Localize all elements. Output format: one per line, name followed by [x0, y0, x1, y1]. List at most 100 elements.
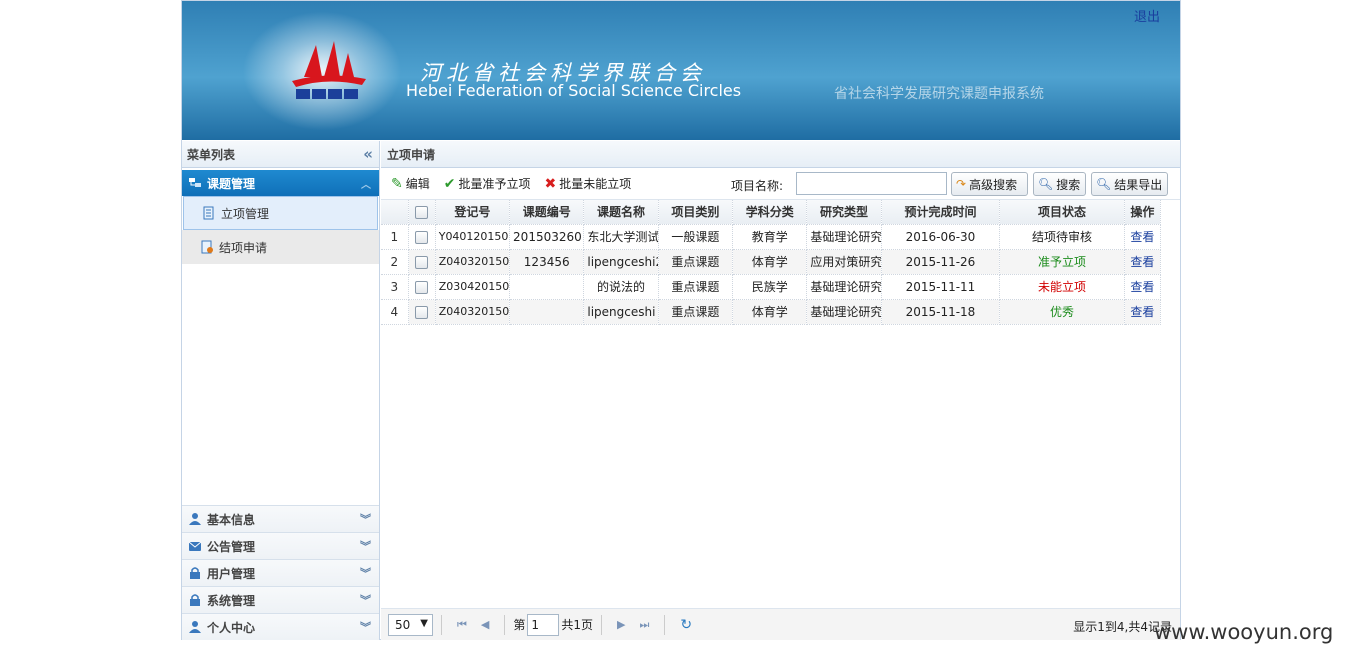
project-table: 登记号 课题编号 课题名称 项目类别 学科分类 研究类型 预计完成时间 项目状态… [381, 200, 1162, 325]
expand-icon[interactable]: ︾ [360, 592, 371, 608]
batch-reject-button[interactable]: ✖ 批量未能立项 [545, 175, 632, 192]
row-number: 3 [381, 274, 409, 300]
column-header[interactable]: 课题名称 [583, 200, 659, 225]
user-icon [189, 513, 201, 525]
page-number-value: 1 [531, 617, 540, 632]
expected-completion-date: 2015-11-11 [881, 274, 1001, 300]
logout-link[interactable]: 退出 [1134, 6, 1160, 25]
search-icon: 🔍︎ [1096, 177, 1112, 191]
project-status: 结项待审核 [999, 224, 1125, 250]
total-pages-label: 共1页 [561, 618, 594, 632]
sidebar-section-announcements[interactable]: 公告管理 ︾ [182, 532, 379, 559]
column-header[interactable]: 项目状态 [999, 200, 1125, 225]
project-code: 123456 [509, 249, 585, 275]
column-header[interactable]: 项目类别 [658, 200, 734, 225]
sidebar-group-label: 课题管理 [207, 176, 256, 191]
batch-approve-label: 批量准予立项 [458, 177, 531, 191]
expand-icon[interactable]: ︾ [360, 511, 371, 527]
project-name: lipengceshi2 [583, 249, 659, 275]
column-header[interactable]: 课题编号 [509, 200, 585, 225]
pagination-bar: 50 ▼ ⏮ ◀ 第 1 共1页 ▶ ⏭ ↻ 显示1到4,共4记录 [381, 608, 1180, 640]
sidebar-section-basic-info[interactable]: 基本信息 ︾ [182, 505, 379, 532]
project-status: 未能立项 [999, 274, 1125, 300]
sidebar-item-label: 结项申请 [219, 240, 268, 255]
sidebar-section-system-management[interactable]: 系统管理 ︾ [182, 586, 379, 613]
column-header[interactable]: 研究类型 [806, 200, 882, 225]
page-number-input[interactable]: 1 [527, 613, 560, 636]
column-header[interactable]: 学科分类 [732, 200, 808, 225]
column-header[interactable]: 预计完成时间 [881, 200, 1001, 225]
row-select-cell [408, 274, 436, 300]
expand-icon[interactable]: ︾ [360, 619, 371, 635]
sidebar-group-project-management[interactable]: 课题管理 ︿ [182, 170, 379, 196]
advanced-search-button[interactable]: ↷ 高级搜索 [951, 172, 1028, 196]
next-page-icon[interactable]: ▶ [617, 618, 625, 631]
edit-label: 编辑 [405, 177, 430, 191]
sidebar-section-label: 系统管理 [207, 593, 256, 608]
expand-icon[interactable]: ︾ [360, 565, 371, 581]
collapse-sidebar-icon[interactable]: « [363, 145, 373, 163]
sidebar-section-label: 公告管理 [207, 539, 256, 554]
expand-icon[interactable]: ︾ [360, 538, 371, 554]
row-checkbox[interactable] [415, 255, 429, 269]
batch-reject-label: 批量未能立项 [559, 177, 632, 191]
row-checkbox[interactable] [415, 230, 429, 244]
table-row[interactable]: 3 Z030420150000 的说法的 重点课题 民族学 基础理论研究 201… [381, 274, 1162, 300]
collapse-group-icon[interactable]: ︿ [361, 176, 371, 191]
last-page-icon[interactable]: ⏭ [640, 618, 650, 632]
panel-title: 立项申请 [381, 141, 1180, 168]
project-code [509, 274, 585, 300]
column-header[interactable]: 操作 [1124, 200, 1162, 225]
sidebar-section-personal-center[interactable]: 个人中心 ︾ [182, 613, 379, 640]
row-checkbox[interactable] [415, 305, 429, 319]
search-button[interactable]: 🔍︎ 搜索 [1033, 172, 1086, 196]
main-panel: 立项申请 ✎ 编辑 ✔ 批量准予立项 ✖ 批量未能立项 项目名称: ↷ 高级搜索… [381, 141, 1180, 640]
registration-number: Y040120150000 [435, 224, 511, 250]
research-type: 应用对策研究 [806, 249, 882, 275]
sidebar-sections: 基本信息 ︾ 公告管理 ︾ 用户管理 ︾ 系统管理 ︾ 个人中心 ︾ [182, 505, 379, 640]
view-link[interactable]: 查看 [1124, 299, 1162, 325]
export-button[interactable]: 🔍︎ 结果导出 [1091, 172, 1168, 196]
row-checkbox[interactable] [415, 280, 429, 294]
sidebar-item-conclusion-application[interactable]: 结项申请 [182, 230, 379, 264]
lock-icon [190, 567, 200, 579]
lock-icon [190, 594, 200, 606]
sidebar-item-project-approval[interactable]: 立项管理 [183, 196, 378, 230]
batch-approve-button[interactable]: ✔ 批量准予立项 [444, 175, 531, 192]
project-name-label: 项目名称: [731, 179, 784, 193]
user-icon [189, 621, 201, 633]
table-row[interactable]: 4 Z040320150000 lipengceshi 重点课题 体育学 基础理… [381, 299, 1162, 325]
subject-category: 体育学 [732, 249, 808, 275]
sidebar-section-user-management[interactable]: 用户管理 ︾ [182, 559, 379, 586]
view-link[interactable]: 查看 [1124, 224, 1162, 250]
document-list-icon [203, 206, 214, 220]
project-name-input[interactable] [796, 172, 947, 195]
expected-completion-date: 2015-11-18 [881, 299, 1001, 325]
table-row[interactable]: 1 Y040120150000 201503260 东北大学测试 一般课题 教育… [381, 224, 1162, 250]
registration-number: Z040320150000 [435, 249, 511, 275]
table-header-row: 登记号 课题编号 课题名称 项目类别 学科分类 研究类型 预计完成时间 项目状态… [381, 200, 1162, 225]
column-header[interactable]: 登记号 [435, 200, 511, 225]
dropdown-arrow-icon: ▼ [420, 617, 428, 629]
view-link[interactable]: 查看 [1124, 274, 1162, 300]
project-status: 优秀 [999, 299, 1125, 325]
subject-category: 民族学 [732, 274, 808, 300]
document-check-icon [201, 240, 213, 254]
view-link[interactable]: 查看 [1124, 249, 1162, 275]
sidebar-header: 菜单列表 « [182, 141, 379, 168]
subject-category: 体育学 [732, 299, 808, 325]
project-code: 201503260 [509, 224, 585, 250]
first-page-icon[interactable]: ⏮ [457, 618, 467, 632]
select-all-checkbox[interactable] [415, 205, 429, 219]
page-size-select[interactable]: 50 ▼ [388, 613, 433, 636]
edit-button[interactable]: ✎ 编辑 [391, 175, 430, 192]
refresh-icon[interactable]: ↻ [680, 617, 692, 633]
pager-divider [441, 614, 442, 635]
table-row[interactable]: 2 Z040320150000 123456 lipengceshi2 重点课题… [381, 249, 1162, 275]
project-name: 东北大学测试 [583, 224, 659, 250]
federation-logo-icon [292, 41, 366, 99]
search-label: 搜索 [1056, 177, 1081, 192]
sidebar-section-label: 基本信息 [207, 512, 256, 527]
redo-arrow-icon: ↷ [956, 177, 967, 191]
previous-page-icon[interactable]: ◀ [481, 618, 489, 631]
